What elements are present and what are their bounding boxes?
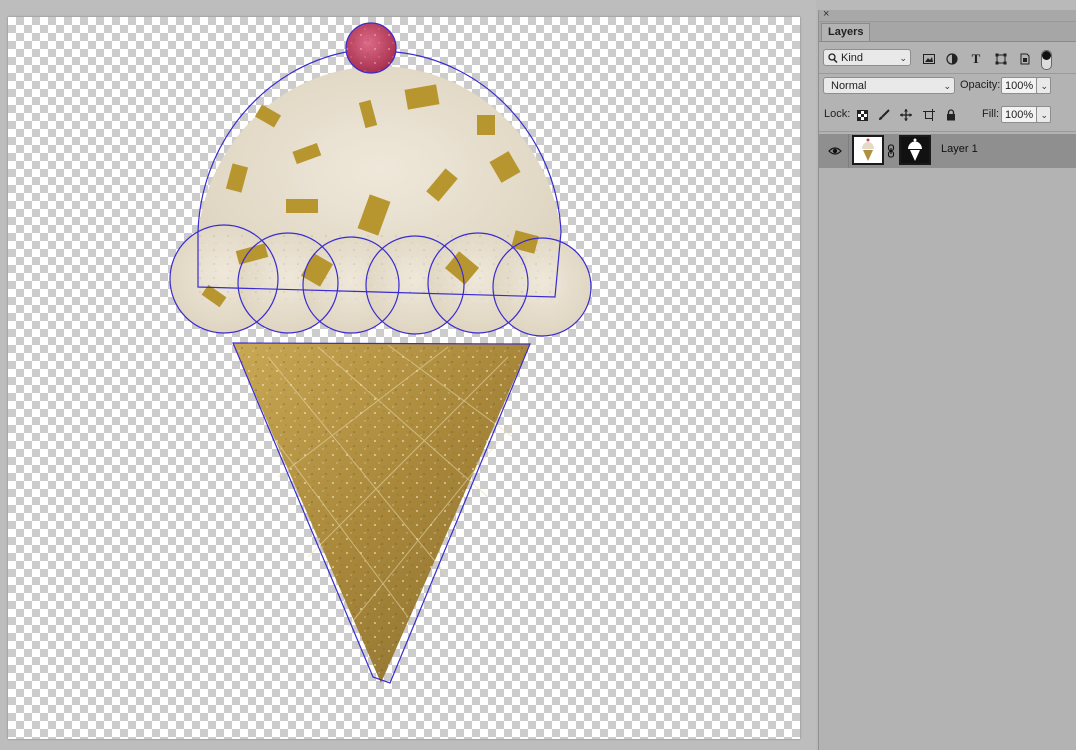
- filter-kind-select[interactable]: Kind ⌄: [823, 49, 911, 66]
- chevron-down-icon: ⌄: [1040, 110, 1048, 120]
- layers-panel: × Layers Kind ⌄ T Normal ⌄ Opacity: 100%…: [818, 8, 1076, 750]
- chevron-down-icon: ⌄: [1040, 81, 1048, 91]
- lock-row: Lock: Fill: 100% ⌄: [819, 104, 1076, 126]
- smart-object-filter-icon[interactable]: [1017, 51, 1033, 67]
- divider: [848, 134, 849, 168]
- ice-cream-artwork: [169, 22, 592, 684]
- filter-toggle-switch[interactable]: [1041, 50, 1052, 70]
- blend-mode-select[interactable]: Normal ⌄: [823, 77, 955, 94]
- filter-toggle-knob: [1042, 51, 1051, 60]
- blend-row: Normal ⌄ Opacity: 100% ⌄: [819, 76, 1076, 98]
- lock-image-pixels-brush-icon[interactable]: [876, 107, 892, 123]
- fill-value: 100%: [1005, 109, 1034, 121]
- lock-label: Lock:: [824, 108, 851, 120]
- document-canvas[interactable]: [8, 17, 800, 739]
- panel-tab-row: Layers: [819, 22, 1076, 42]
- type-layer-filter-icon[interactable]: T: [968, 51, 984, 67]
- fill-dropdown-button[interactable]: ⌄: [1036, 106, 1051, 123]
- opacity-label: Opacity:: [960, 79, 1001, 91]
- search-icon: [828, 50, 838, 73]
- chevron-down-icon: ⌄: [899, 53, 907, 63]
- opacity-value: 100%: [1005, 80, 1034, 92]
- layer-filter-row: Kind ⌄ T: [819, 48, 1076, 70]
- document-workspace: [0, 0, 816, 750]
- tab-layers[interactable]: Layers: [821, 23, 871, 41]
- filter-kind-label: Kind: [841, 52, 864, 64]
- divider: [819, 73, 1076, 74]
- panel-top-bar: ×: [819, 8, 1076, 22]
- adjustment-layer-filter-icon[interactable]: [944, 51, 960, 67]
- layer-mask-link-icon[interactable]: [887, 144, 895, 158]
- blend-mode-value: Normal: [831, 80, 867, 92]
- panel-close-icon[interactable]: ×: [823, 8, 829, 20]
- divider: [819, 131, 1076, 132]
- layer-row-layer-1[interactable]: Layer 1: [819, 134, 1076, 168]
- lock-artboard-icon[interactable]: [921, 107, 937, 123]
- eye-visibility-icon[interactable]: [828, 145, 842, 157]
- lock-all-padlock-icon[interactable]: [943, 107, 959, 123]
- pixel-layer-filter-icon[interactable]: [921, 51, 937, 67]
- opacity-dropdown-button[interactable]: ⌄: [1036, 77, 1051, 94]
- cone: [233, 343, 530, 683]
- layer-name[interactable]: Layer 1: [941, 143, 978, 155]
- lock-transparent-pixels-icon[interactable]: [854, 107, 870, 123]
- lock-position-move-icon[interactable]: [898, 107, 914, 123]
- chevron-down-icon: ⌄: [943, 81, 951, 91]
- shape-layer-filter-icon[interactable]: [993, 51, 1009, 67]
- layer-thumbnail[interactable]: [852, 135, 884, 165]
- layer-mask-thumbnail[interactable]: [899, 135, 931, 165]
- fill-label: Fill:: [982, 108, 1000, 120]
